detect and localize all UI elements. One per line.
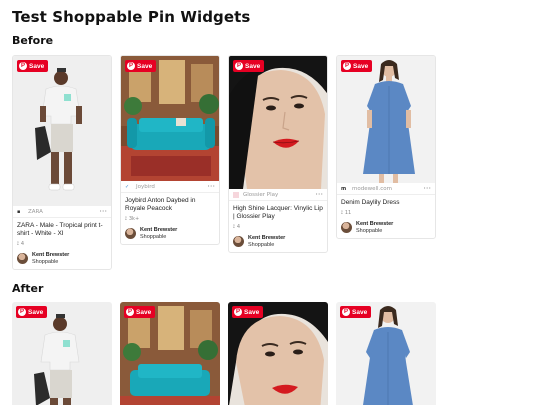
user-name: Kent Brewster [32,252,70,258]
pin-image[interactable]: P Save [228,302,328,405]
more-options-icon[interactable]: ··· [315,190,323,198]
product-photo-blue-sofa [121,56,219,181]
pin-source[interactable]: ▪ ZARA ··· [13,206,111,218]
avatar [17,253,28,264]
pin-attribution[interactable]: Kent Brewster Shoppable [13,249,111,269]
pin-count-icon: ⟟ [125,216,127,222]
pin-title[interactable]: ZARA - Male - Tropical print t-shirt - W… [17,222,107,238]
pin-card-joybird-after[interactable]: P Save [120,302,220,405]
pinterest-icon: P [235,62,243,70]
user-name: Kent Brewster [140,227,178,233]
source-name: ZARA [28,208,43,215]
board-name: Shoppable [356,227,383,234]
pin-card-madewell[interactable]: P Save m modewell.com ··· Denim Daylily D… [336,55,436,239]
pin-image[interactable]: P Save [121,56,219,181]
pinterest-icon: P [126,308,134,316]
pin-count-icon: ⟟ [233,224,235,230]
more-options-icon[interactable]: ··· [423,184,431,192]
pinterest-icon: P [342,308,350,316]
pin-source[interactable]: m modewell.com ··· [337,183,435,195]
save-button[interactable]: P Save [16,306,48,318]
pinterest-icon: P [343,62,351,70]
joybird-logo-icon: ✓ [125,183,130,190]
pin-image[interactable]: P Save [13,56,111,206]
pinterest-icon: P [127,62,135,70]
product-photo-denim-dress [337,56,435,183]
product-photo-woman-red-lips [229,56,327,189]
repin-count: ⟟ 4 [17,241,25,247]
source-name: Glossier Play [243,191,279,198]
repin-count: ⟟ 4 [233,224,241,230]
pin-card-glossier-after[interactable]: P Save [228,302,328,405]
avatar [233,236,244,247]
pin-title[interactable]: Denim Daylily Dress [341,199,431,207]
pin-card-zara[interactable]: P Save ▪ ZARA ··· ZARA - Male - Tropical … [12,55,112,270]
save-button[interactable]: P Save [233,60,265,72]
pin-card-madewell-after[interactable]: P Save [336,302,436,405]
pinterest-icon: P [18,308,26,316]
pin-card-zara-after[interactable]: P Save [12,302,112,405]
pinterest-icon: P [234,308,242,316]
pin-attribution[interactable]: Kent Brewster Shoppable [121,224,219,244]
pin-image[interactable]: P Save [337,56,435,183]
user-name: Kent Brewster [356,221,394,227]
pin-source[interactable]: Glossier Play ··· [229,189,327,201]
after-heading: After [12,282,44,295]
user-name: Kent Brewster [248,235,286,241]
pin-image[interactable]: P Save [120,302,220,405]
zara-logo-icon: ▪ [17,208,21,215]
pin-count-icon: ⟟ [341,210,343,216]
pin-attribution[interactable]: Kent Brewster Shoppable [229,232,327,252]
before-heading: Before [12,34,54,47]
save-button[interactable]: P Save [232,306,264,318]
board-name: Shoppable [32,258,59,265]
save-button[interactable]: P Save [341,60,373,72]
more-options-icon[interactable]: ··· [99,207,107,215]
page-title: Test Shoppable Pin Widgets [12,8,251,26]
pin-title[interactable]: High Shine Lacquer: Vinylic Lip | Glossi… [233,205,323,221]
pin-source[interactable]: ✓ Joybird ··· [121,181,219,193]
pin-title[interactable]: Joybird Anton Daybed in Royale Peacock [125,197,215,213]
save-button[interactable]: P Save [17,60,49,72]
pinterest-icon: P [19,62,27,70]
pin-image[interactable]: P Save [229,56,327,189]
pin-count-icon: ⟟ [17,241,19,247]
avatar [341,222,352,233]
save-button[interactable]: P Save [124,306,156,318]
board-name: Shoppable [248,241,275,248]
avatar [125,228,136,239]
pin-card-glossier[interactable]: P Save Glossier Play ··· High Shine Lacqu… [228,55,328,253]
pin-attribution[interactable]: Kent Brewster Shoppable [337,218,435,238]
pin-image[interactable]: P Save [12,302,112,405]
pin-card-joybird[interactable]: P Save ✓ Joybird ··· Joybird Anton Daybed… [120,55,220,245]
repin-count: ⟟ 11 [341,210,352,216]
source-name: Joybird [136,183,155,190]
board-name: Shoppable [140,233,167,240]
product-photo-man-tshirt [13,56,111,206]
more-options-icon[interactable]: ··· [207,182,215,190]
source-name: modewell.com [352,185,393,192]
repin-count: ⟟ 3k+ [125,216,140,222]
save-button[interactable]: P Save [340,306,372,318]
madewell-logo-icon: m [341,185,347,192]
save-button[interactable]: P Save [125,60,157,72]
pin-image[interactable]: P Save [336,302,436,405]
glossier-logo-icon [233,191,239,198]
